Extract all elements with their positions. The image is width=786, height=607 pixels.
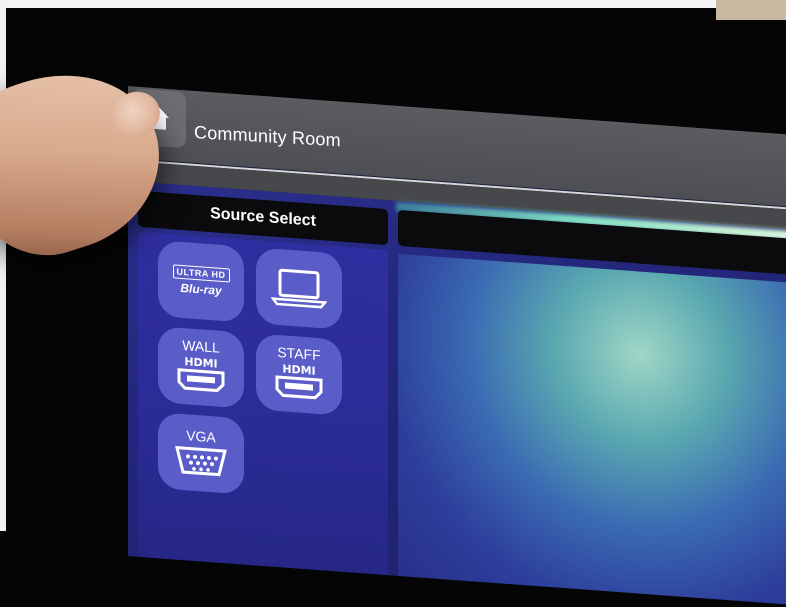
wall-label: WALL [182,336,220,356]
photo-border-left [0,0,6,531]
laptop-icon [271,268,327,309]
vga-icon [175,445,227,477]
svg-text:HDMI: HDMI [184,355,217,370]
bluray-logo-text: Blu-ray [180,280,222,298]
background-wall [716,0,786,20]
photo-border-top [0,0,786,8]
source-bluray-button[interactable]: ULTRA HD Blu-ray [158,240,244,323]
source-wall-hdmi-button[interactable]: WALL HDMI [158,326,244,409]
source-vga-button[interactable]: VGA [158,412,244,495]
hdmi-icon: HDMI [275,362,323,400]
ultra-hd-logo-text: ULTRA HD [172,264,230,283]
source-staff-hdmi-button[interactable]: STAFF HDMI [256,333,342,416]
svg-text:HDMI: HDMI [282,362,315,377]
staff-label: STAFF [277,343,321,364]
hdmi-icon: HDMI [177,355,225,393]
vga-label: VGA [186,427,216,446]
preview-area [398,253,786,607]
touch-panel-screen: Community Room Source Select ULTRA HD Bl… [128,86,786,607]
source-laptop-button[interactable] [256,247,342,330]
